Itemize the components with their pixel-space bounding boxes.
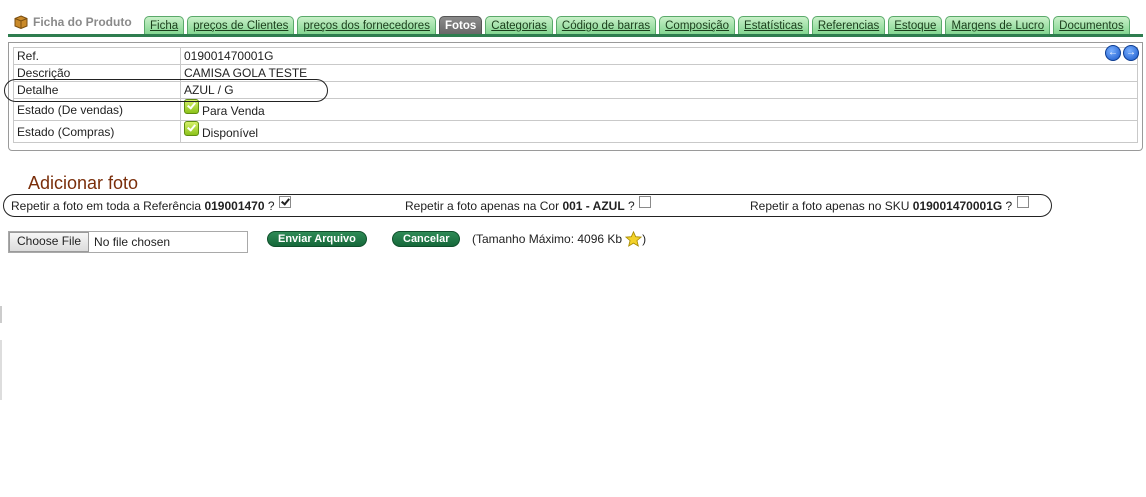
- ref-value-text: 019001470001G: [184, 49, 274, 63]
- tab-estoque[interactable]: Estoque: [888, 16, 943, 35]
- tab-documentos[interactable]: Documentos: [1053, 16, 1130, 35]
- star-icon: [624, 230, 643, 247]
- tab-referencias[interactable]: Referencias: [811, 16, 886, 35]
- repeat-reference-option: Repetir a foto em toda a Referência 0190…: [11, 196, 291, 213]
- repeat-color-q: ?: [624, 199, 635, 213]
- sales-status-value: Para Venda: [180, 98, 1138, 121]
- repeat-reference-code: 019001470: [204, 199, 265, 213]
- ref-value: 019001470001G: [180, 47, 1138, 65]
- cancel-button[interactable]: Cancelar: [392, 231, 461, 247]
- choose-file-button[interactable]: Choose File: [9, 232, 90, 252]
- arrow-right-icon[interactable]: →: [1123, 45, 1139, 61]
- max-size-close: ): [642, 232, 647, 246]
- purchase-status-label: Estado (Compras): [13, 120, 181, 143]
- tab-código-de-barras[interactable]: Código de barras: [555, 16, 657, 35]
- repeat-reference-q: ?: [264, 199, 275, 213]
- max-size-note: (Tamanho Máximo: 4096 Kb ): [472, 230, 647, 247]
- tab-categorias[interactable]: Categorias: [485, 16, 553, 35]
- repeat-color-code: 001 - AZUL: [562, 199, 625, 213]
- add-photo-heading: Adicionar foto: [28, 173, 139, 193]
- send-file-button[interactable]: Enviar Arquivo: [267, 231, 367, 247]
- record-nav: ← →: [1105, 45, 1139, 61]
- repeat-sku-option: Repetir a foto apenas no SKU 01900147000…: [750, 196, 1029, 213]
- tab-estatísticas[interactable]: Estatísticas: [738, 16, 809, 35]
- arrow-left-icon[interactable]: ←: [1105, 45, 1121, 61]
- repeat-reference-checkbox[interactable]: [278, 196, 291, 208]
- purchase-status-text: Disponível: [202, 125, 259, 140]
- repeat-color-text: Repetir a foto apenas na Cor: [405, 199, 563, 213]
- left-edge-mark: [0, 340, 2, 400]
- tab-composição[interactable]: Composição: [659, 16, 736, 35]
- tab-underline: [8, 34, 1143, 37]
- check-badge-icon: [184, 120, 199, 136]
- tab-ficha[interactable]: Ficha: [144, 16, 185, 35]
- tab-list: Ficha preços de Clientes preços dos fornec…: [144, 16, 1130, 35]
- tab-preços-de-clientes[interactable]: preços de Clientes: [187, 16, 295, 35]
- repeat-sku-text: Repetir a foto apenas no SKU: [750, 199, 913, 213]
- tab-bar: Ficha do Produto Ficha preços de Clientes…: [0, 12, 1146, 38]
- tab-fotos[interactable]: Fotos: [438, 16, 483, 35]
- product-tab-title: Ficha do Produto: [14, 15, 132, 29]
- max-size-text: (Tamanho Máximo: 4096 Kb: [472, 232, 623, 246]
- info-row-purchase-status: Estado (Compras) Disponível: [13, 120, 1138, 143]
- sales-status-text: Para Venda: [202, 103, 265, 118]
- info-row-ref: Ref. 019001470001G: [13, 47, 1138, 65]
- product-tab-label: Ficha do Produto: [33, 15, 132, 29]
- repeat-sku-q: ?: [1002, 199, 1013, 213]
- tab-preços-dos-fornecedores[interactable]: preços dos fornecedores: [297, 16, 436, 35]
- repeat-color-checkbox[interactable]: [639, 196, 652, 208]
- purchase-status-value: Disponível: [180, 120, 1138, 143]
- repeat-sku-code: 019001470001G: [912, 199, 1003, 213]
- repeat-options: Repetir a foto em toda a Referência 0190…: [3, 194, 1052, 217]
- repeat-reference-text: Repetir a foto em toda a Referência: [11, 199, 205, 213]
- file-input[interactable]: Choose File No file chosen: [8, 231, 248, 253]
- left-edge-mark: [0, 306, 2, 323]
- box-icon: [14, 15, 28, 29]
- repeat-color-option: Repetir a foto apenas na Cor 001 - AZUL …: [405, 196, 652, 213]
- detail-highlight-oval: [4, 79, 328, 102]
- tab-margens-de-lucro[interactable]: Margens de Lucro: [945, 16, 1051, 35]
- repeat-sku-checkbox[interactable]: [1016, 196, 1029, 208]
- description-value: CAMISA GOLA TESTE: [180, 64, 1138, 82]
- no-file-text: No file chosen: [94, 235, 171, 249]
- ref-label: Ref.: [13, 47, 181, 65]
